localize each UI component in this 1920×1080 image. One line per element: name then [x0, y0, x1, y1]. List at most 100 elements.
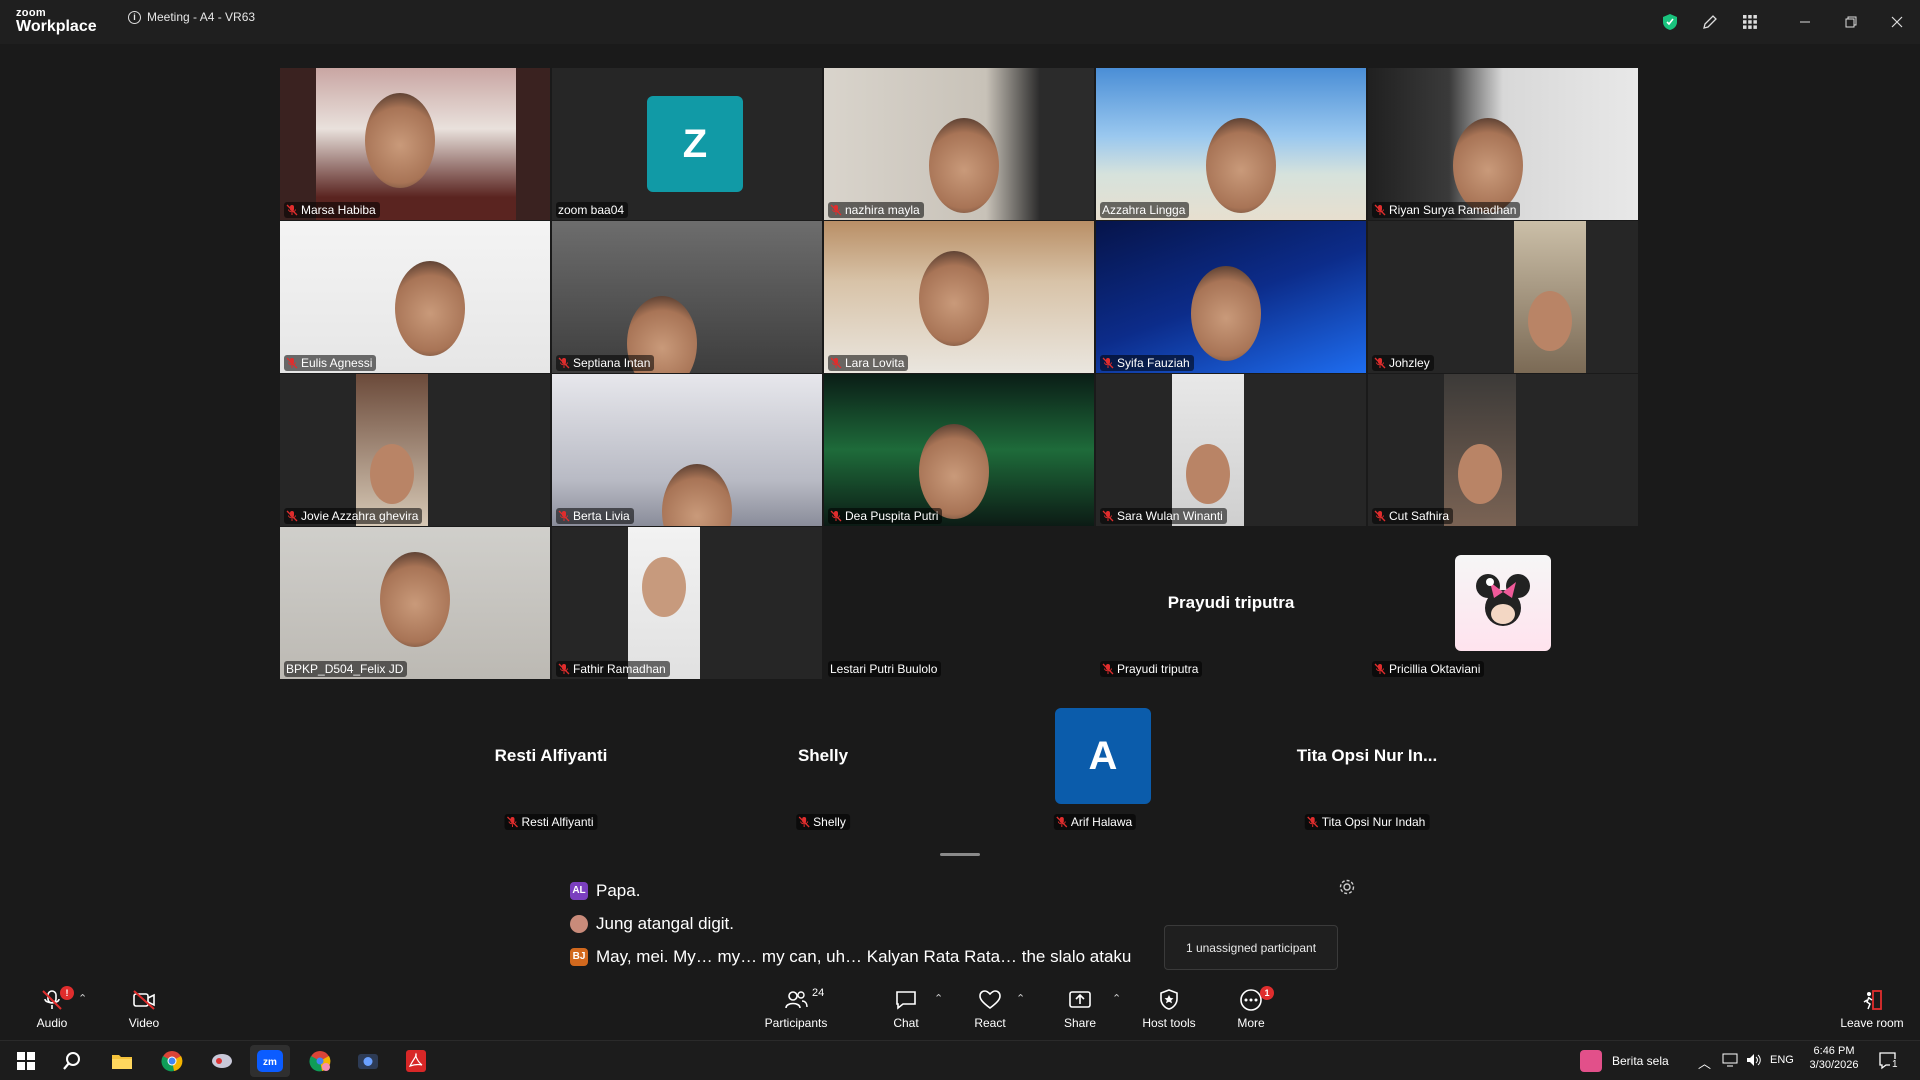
participant-name-tag: Sara Wulan Winanti	[1100, 508, 1227, 524]
notification-center-icon[interactable]: 1	[1878, 1051, 1900, 1076]
start-windows-icon[interactable]	[6, 1045, 46, 1077]
participant-tile[interactable]: Dea Puspita Putri	[824, 374, 1094, 526]
muted-mic-icon	[1056, 816, 1068, 828]
clock[interactable]: 6:46 PM 3/30/2026	[1806, 1045, 1862, 1071]
participant-tile[interactable]: Shelly Shelly	[688, 680, 958, 832]
caption-speaker-avatar: BJ	[570, 947, 588, 966]
caption-text: Papa.	[596, 880, 641, 900]
participant-name-tag: Azzahra Lingga	[1100, 202, 1190, 218]
participant-tile[interactable]: Eulis Agnessi	[280, 221, 550, 373]
news-widget-icon[interactable]	[1580, 1050, 1602, 1072]
participant-tile[interactable]: Tita Opsi Nur In... Tita Opsi Nur Indah	[1232, 680, 1502, 832]
news-widget-text[interactable]: Berita sela	[1612, 1054, 1669, 1068]
search-icon[interactable]	[52, 1045, 92, 1077]
participant-tile[interactable]: Pricillia Oktaviani	[1368, 527, 1638, 679]
close-button[interactable]	[1874, 0, 1920, 44]
file-explorer-icon[interactable]	[102, 1045, 142, 1077]
muted-mic-icon	[558, 663, 570, 675]
participant-name: Riyan Surya Ramadhan	[1389, 203, 1517, 217]
participant-tile[interactable]: Zzoom baa04	[552, 68, 822, 220]
participant-tile[interactable]: Prayudi triputra Prayudi triputra	[1096, 527, 1366, 679]
participant-name: Arif Halawa	[1070, 815, 1133, 829]
participant-tile[interactable]: Lestari Putri Buulolo	[824, 527, 1094, 679]
chrome-profile-icon[interactable]	[300, 1045, 340, 1077]
participant-face	[919, 424, 989, 519]
participant-tile[interactable]: Sara Wulan Winanti	[1096, 374, 1366, 526]
chrome-icon[interactable]	[152, 1045, 192, 1077]
pdf-reader-icon[interactable]	[396, 1045, 436, 1077]
encryption-shield-icon[interactable]	[1650, 0, 1690, 44]
share-options-caret-icon[interactable]: ⌃	[1112, 992, 1121, 1005]
caption-drag-handle[interactable]	[940, 853, 980, 856]
muted-mic-icon	[1374, 357, 1386, 369]
participant-tile[interactable]: Septiana Intan	[552, 221, 822, 373]
camera-app-icon[interactable]	[348, 1045, 388, 1077]
participant-tile[interactable]: Johzley	[1368, 221, 1638, 373]
windows-taskbar: zm Berita sela ︿ ENG 6:46 PM 3/30/2026 1	[0, 1040, 1920, 1080]
participant-tile[interactable]: Syifa Fauziah	[1096, 221, 1366, 373]
participant-name-tag: Syifa Fauziah	[1100, 355, 1194, 371]
more-button[interactable]: More 1	[1211, 986, 1291, 1030]
snipping-tool-icon[interactable]	[202, 1045, 242, 1077]
participant-tile[interactable]: Cut Safhira	[1368, 374, 1638, 526]
video-button[interactable]: Video	[104, 988, 184, 1030]
participant-tile[interactable]: BPKP_D504_Felix JD	[280, 527, 550, 679]
muted-mic-icon	[558, 357, 570, 369]
chat-options-caret-icon[interactable]: ⌃	[934, 992, 943, 1005]
participant-face	[1186, 444, 1230, 504]
participant-name-tag: Cut Safhira	[1372, 508, 1454, 524]
annotate-pencil-icon[interactable]	[1690, 0, 1730, 44]
participants-button[interactable]: Participants 24	[756, 987, 836, 1030]
participant-tile[interactable]: Resti Alfiyanti Resti Alfiyanti	[416, 680, 686, 832]
muted-mic-icon	[1374, 510, 1386, 522]
leave-room-button[interactable]: Leave room	[1830, 988, 1914, 1030]
participant-display-name: Prayudi triputra	[1167, 593, 1295, 612]
participant-face	[1528, 291, 1572, 351]
participant-name: Syifa Fauziah	[1117, 356, 1190, 370]
participant-name-tag: Johzley	[1372, 355, 1434, 371]
meeting-info-button[interactable]: i Meeting - A4 - VR63	[128, 10, 255, 24]
participant-name-tag: BPKP_D504_Felix JD	[284, 661, 408, 677]
participant-tile[interactable]: Fathir Ramadhan	[552, 527, 822, 679]
caption-speaker-avatar: AL	[570, 881, 588, 900]
tray-overflow-chevron-icon[interactable]: ︿	[1698, 1053, 1711, 1072]
participant-tile[interactable]: nazhira mayla	[824, 68, 1094, 220]
participant-tile[interactable]: Jovie Azzahra ghevira	[280, 374, 550, 526]
participant-tile[interactable]: Azzahra Lingga	[1096, 68, 1366, 220]
meeting-title: Meeting - A4 - VR63	[147, 10, 256, 24]
participant-tile[interactable]: Berta Livia	[552, 374, 822, 526]
participant-name: Sara Wulan Winanti	[1117, 509, 1223, 523]
react-options-caret-icon[interactable]: ⌃	[1016, 992, 1025, 1005]
minimize-button[interactable]	[1782, 0, 1828, 44]
participant-face	[642, 557, 686, 617]
zoom-app-icon[interactable]: zm	[250, 1045, 290, 1077]
participant-tile[interactable]: Marsa Habiba	[280, 68, 550, 220]
muted-mic-icon	[1102, 357, 1114, 369]
participant-name: Berta Livia	[573, 509, 630, 523]
volume-icon[interactable]	[1746, 1053, 1762, 1072]
apps-grid-icon[interactable]	[1730, 0, 1770, 44]
meeting-toolbar: Audio ! ⌃ Video Participants 24 Chat ⌃ R…	[0, 980, 1920, 1040]
participant-face	[1191, 266, 1261, 361]
restore-button[interactable]	[1828, 0, 1874, 44]
network-icon[interactable]	[1722, 1053, 1738, 1072]
participants-count: 24	[812, 987, 825, 999]
chat-bubble-icon	[896, 991, 916, 1010]
participant-tile[interactable]: A Arif Halawa	[960, 680, 1230, 832]
participant-name-tag: Pricillia Oktaviani	[1372, 661, 1485, 677]
notification-count: 1	[1890, 1059, 1900, 1070]
clock-time: 6:46 PM	[1813, 1045, 1855, 1057]
muted-mic-icon	[1307, 816, 1319, 828]
caption-settings-gear-icon[interactable]	[1338, 878, 1356, 896]
share-button[interactable]: Share	[1040, 988, 1120, 1030]
participant-name: Eulis Agnessi	[301, 356, 373, 370]
language-indicator[interactable]: ENG	[1770, 1054, 1794, 1066]
participant-name-tag: Eulis Agnessi	[284, 355, 377, 371]
participant-tile[interactable]: Riyan Surya Ramadhan	[1368, 68, 1638, 220]
react-label: React	[974, 1016, 1006, 1030]
zoom-logo: zoom Workplace	[16, 8, 97, 35]
participant-tile[interactable]: Lara Lovita	[824, 221, 1094, 373]
host-tools-button[interactable]: Host tools	[1129, 988, 1209, 1030]
participants-icon	[785, 991, 808, 1009]
audio-options-caret-icon[interactable]: ⌃	[78, 992, 87, 1005]
